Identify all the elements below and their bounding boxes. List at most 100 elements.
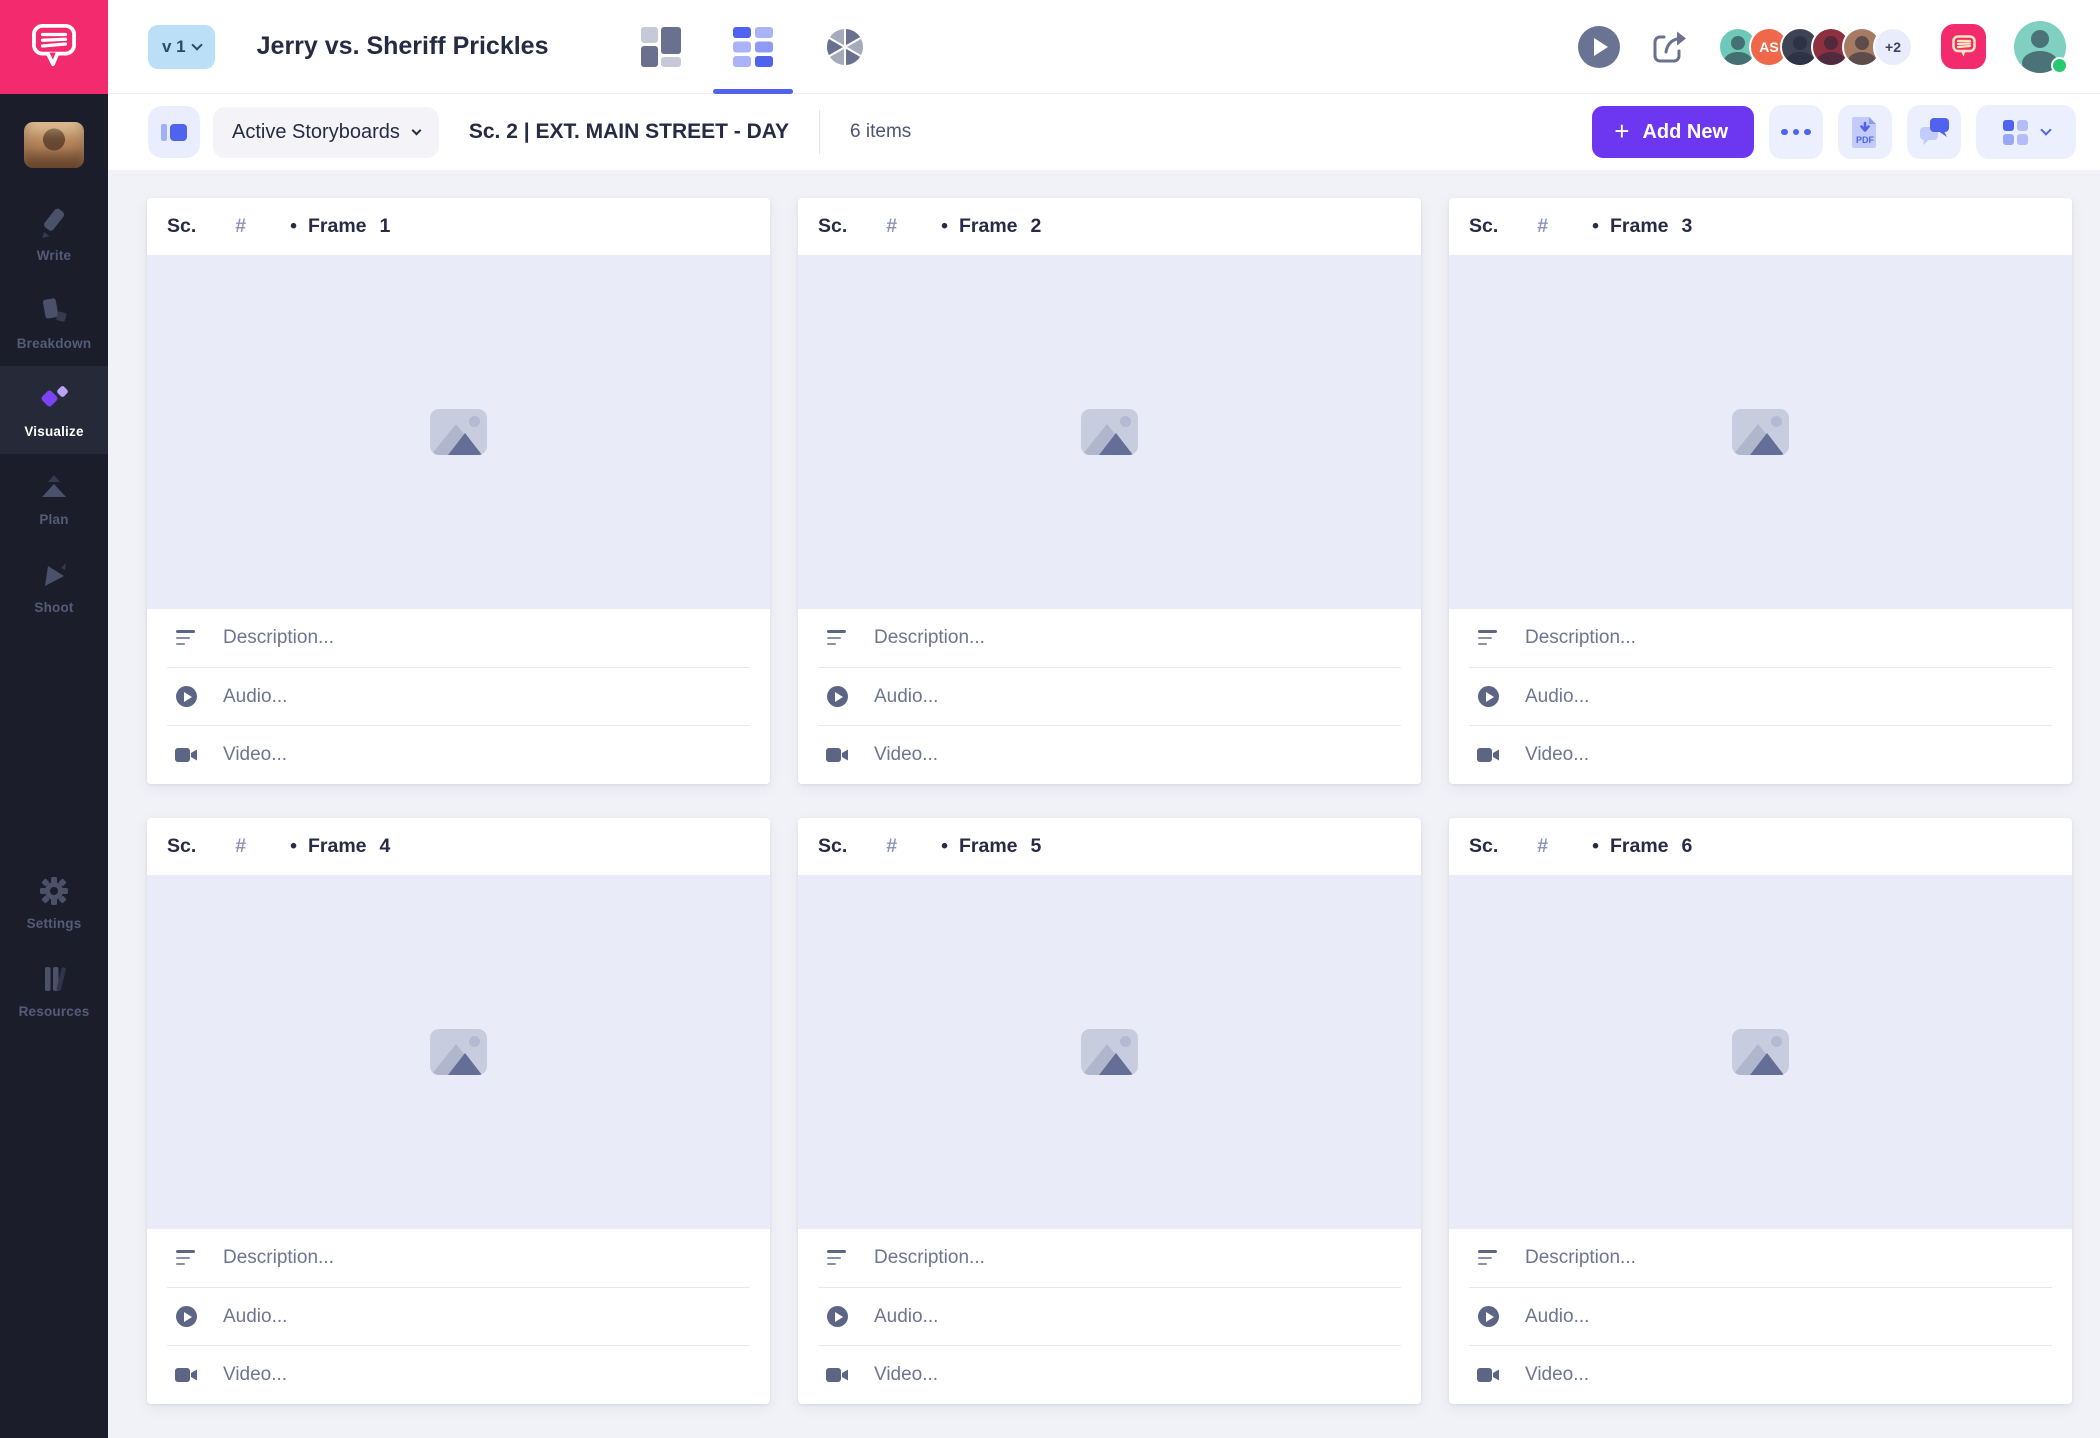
bullet: • — [290, 215, 297, 238]
top-header: v 1 Jerry vs. Sheriff Prickles — [108, 0, 2100, 94]
audio-field[interactable]: Audio... — [1469, 1287, 2052, 1346]
avatar-initials: AS — [1759, 39, 1778, 55]
sidebar-item-write[interactable]: Write — [0, 190, 108, 278]
collection-label: Active Storyboards — [232, 121, 400, 144]
sidebar-item-visualize[interactable]: Visualize — [0, 366, 108, 454]
tab-shot-view[interactable] — [799, 0, 891, 94]
audio-field[interactable]: Audio... — [818, 667, 1401, 726]
side-panel-toggle-button[interactable] — [148, 106, 200, 158]
audio-field[interactable]: Audio... — [167, 1287, 750, 1346]
frame-label: Frame — [959, 215, 1018, 238]
sidebar-item-label: Settings — [27, 916, 82, 931]
project-title[interactable]: Jerry vs. Sheriff Prickles — [257, 32, 549, 61]
frame-card-header: Sc. # • Frame 5 — [798, 818, 1421, 875]
video-field[interactable]: Video... — [818, 725, 1401, 784]
image-placeholder-icon — [1732, 409, 1789, 455]
more-options-button[interactable] — [1769, 105, 1823, 159]
collaborator-avatars[interactable]: AS +2 — [1718, 27, 1913, 67]
frame-card-header: Sc. # • Frame 1 — [147, 198, 770, 255]
version-dropdown[interactable]: v 1 — [148, 25, 215, 69]
frame-number: 4 — [380, 835, 391, 858]
scene-number-field[interactable]: # — [1537, 835, 1548, 858]
items-count: 6 items — [850, 121, 911, 143]
scene-number-field[interactable]: # — [1537, 215, 1548, 238]
video-camera-icon — [825, 743, 849, 767]
add-new-button[interactable]: + Add New — [1592, 106, 1754, 158]
bullet: • — [941, 835, 948, 858]
description-field[interactable]: Description... — [167, 1229, 750, 1287]
audio-field[interactable]: Audio... — [1469, 667, 2052, 726]
moodboard-icon — [639, 25, 683, 69]
description-field[interactable]: Description... — [1469, 1229, 2052, 1287]
audio-field[interactable]: Audio... — [167, 667, 750, 726]
frame-number: 1 — [380, 215, 391, 238]
scene-number-field[interactable]: # — [235, 215, 246, 238]
video-field[interactable]: Video... — [167, 1345, 750, 1404]
frame-image-dropzone[interactable] — [1449, 875, 2072, 1229]
export-pdf-button[interactable]: PDF — [1838, 105, 1892, 159]
sidebar-item-shoot[interactable]: Shoot — [0, 542, 108, 630]
sidebar-item-resources[interactable]: Resources — [0, 946, 108, 1034]
description-field[interactable]: Description... — [1469, 609, 2052, 667]
description-lines-icon — [1476, 1246, 1500, 1270]
scene-heading: Sc. 2 | EXT. MAIN STREET - DAY — [469, 120, 789, 144]
frame-image-dropzone[interactable] — [147, 255, 770, 609]
frame-card: Sc. # • Frame 1 Description... Audio... — [147, 198, 770, 784]
video-field[interactable]: Video... — [1469, 725, 2052, 784]
frame-image-dropzone[interactable] — [1449, 255, 2072, 609]
tab-storyboard-grid-view[interactable] — [707, 0, 799, 94]
studiobinder-app-button[interactable] — [1941, 24, 1986, 69]
scene-number-field[interactable]: # — [235, 835, 246, 858]
share-icon — [1649, 27, 1689, 67]
video-field[interactable]: Video... — [1469, 1345, 2052, 1404]
share-button[interactable] — [1648, 26, 1690, 68]
diamonds-icon — [38, 383, 70, 415]
grid-view-icon — [2003, 120, 2028, 145]
chevron-down-icon — [411, 125, 421, 135]
sidebar-item-breakdown[interactable]: Breakdown — [0, 278, 108, 366]
sidebar-item-settings[interactable]: Settings — [0, 858, 108, 946]
books-icon — [38, 963, 70, 995]
frame-image-dropzone[interactable] — [798, 255, 1421, 609]
image-placeholder-icon — [1081, 409, 1138, 455]
user-avatar[interactable] — [2014, 21, 2066, 73]
scene-label: Sc. — [1469, 835, 1498, 858]
description-field[interactable]: Description... — [818, 609, 1401, 667]
storyboard-toolbar: Active Storyboards Sc. 2 | EXT. MAIN STR… — [108, 94, 2100, 170]
grid-view-selector-button[interactable] — [1976, 105, 2076, 159]
avatar-overflow-badge[interactable]: +2 — [1873, 27, 1913, 67]
video-field[interactable]: Video... — [167, 725, 750, 784]
scene-number-field[interactable]: # — [886, 215, 897, 238]
description-field[interactable]: Description... — [167, 609, 750, 667]
svg-text:PDF: PDF — [1856, 135, 1875, 145]
frame-image-dropzone[interactable] — [147, 875, 770, 1229]
bullet: • — [1592, 835, 1599, 858]
scene-number-field[interactable]: # — [886, 835, 897, 858]
sidebar-item-plan[interactable]: Plan — [0, 454, 108, 542]
frame-label: Frame — [308, 215, 367, 238]
video-camera-icon — [1476, 1363, 1500, 1387]
scene-label: Sc. — [167, 215, 196, 238]
project-thumbnail[interactable] — [24, 122, 84, 168]
audio-play-icon — [1476, 685, 1500, 709]
description-lines-icon — [1476, 626, 1500, 650]
play-button[interactable] — [1578, 26, 1620, 68]
video-field[interactable]: Video... — [818, 1345, 1401, 1404]
description-lines-icon — [825, 1246, 849, 1270]
frame-card-fields: Description... Audio... Video... — [147, 609, 770, 784]
audio-play-icon — [174, 685, 198, 709]
description-field[interactable]: Description... — [818, 1229, 1401, 1287]
frame-number: 2 — [1031, 215, 1042, 238]
tab-moodboard-view[interactable] — [615, 0, 707, 94]
chevron-down-icon — [2040, 124, 2051, 135]
content-area: Sc. # • Frame 1 Description... Audio... — [108, 170, 2100, 1438]
studiobinder-logo[interactable] — [0, 0, 108, 94]
storyboard-grid-icon — [732, 25, 774, 69]
frame-image-dropzone[interactable] — [798, 875, 1421, 1229]
comments-button[interactable] — [1907, 105, 1961, 159]
storyboard-collection-dropdown[interactable]: Active Storyboards — [213, 107, 439, 158]
sidebar-item-label: Shoot — [34, 600, 73, 615]
audio-field[interactable]: Audio... — [818, 1287, 1401, 1346]
sidebar-nav: Write Breakdown Visualize Plan — [0, 190, 108, 1034]
frame-card-fields: Description... Audio... Video... — [1449, 609, 2072, 784]
